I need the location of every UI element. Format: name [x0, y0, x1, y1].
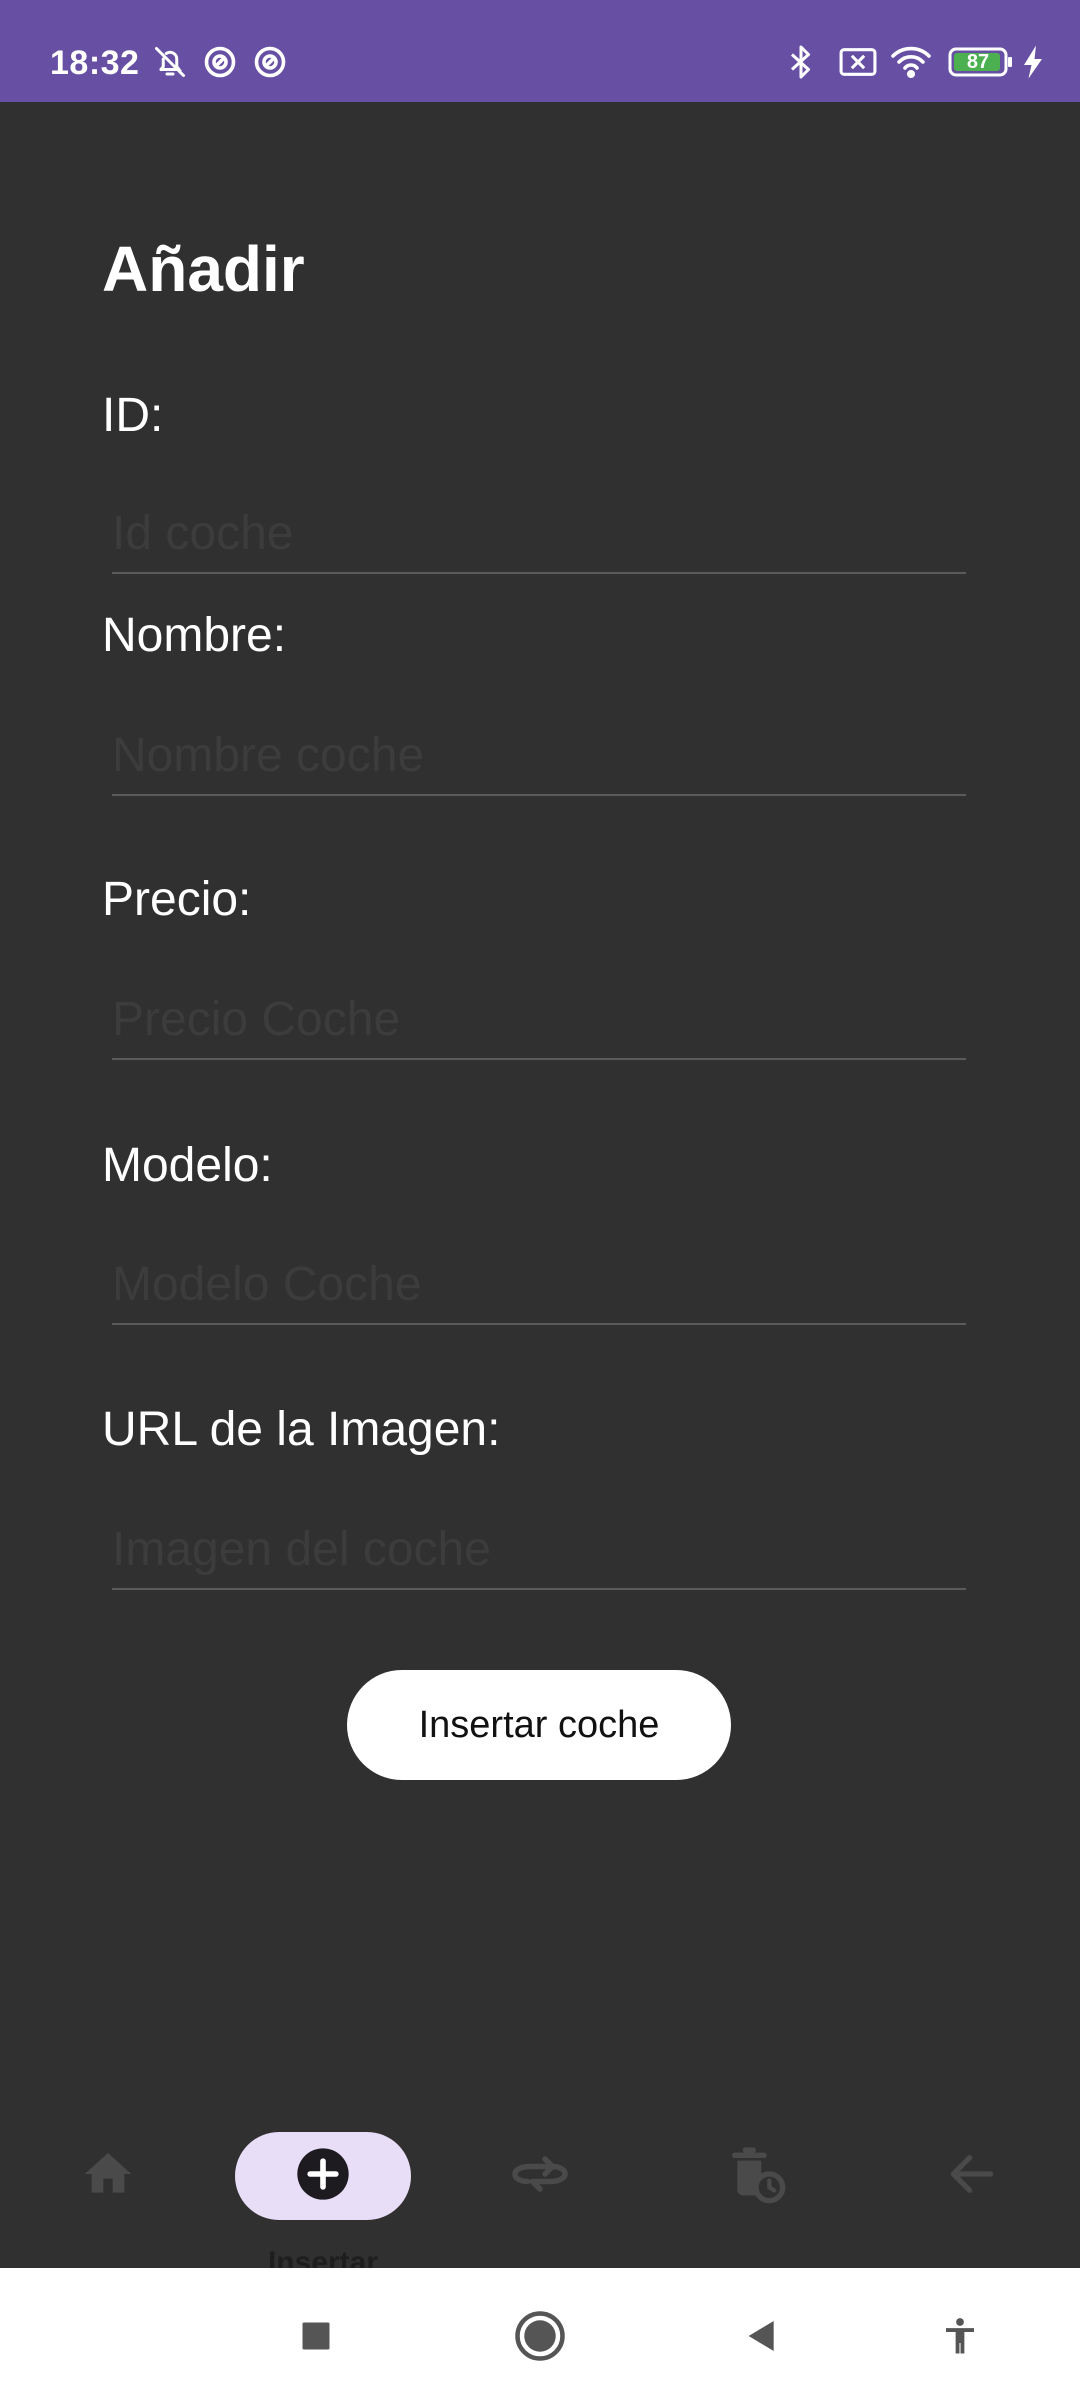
- image-url-label: URL de la Imagen:: [102, 1403, 501, 1456]
- home-circle-icon[interactable]: [510, 2306, 570, 2366]
- back-triangle-icon[interactable]: [732, 2306, 792, 2366]
- recents-icon[interactable]: [286, 2306, 346, 2366]
- swap-icon: [510, 2144, 570, 2209]
- sync-icon: [202, 44, 238, 85]
- name-label: Nombre:: [102, 609, 287, 662]
- price-input[interactable]: [112, 980, 966, 1060]
- bottom-navigation: Insertar: [0, 2002, 1080, 2279]
- page-title: Añadir: [102, 233, 305, 305]
- id-label: ID:: [102, 389, 164, 442]
- price-label: Precio:: [102, 873, 252, 926]
- insert-car-button[interactable]: Insertar coche: [347, 1670, 731, 1780]
- no-sim-icon: [838, 44, 878, 85]
- wifi-icon: [890, 44, 932, 85]
- model-label: Modelo:: [102, 1139, 273, 1192]
- add-circle-icon: [295, 2146, 351, 2207]
- arrow-back-icon: [944, 2146, 1000, 2207]
- status-time: 18:32: [50, 44, 140, 82]
- bell-off-icon: [152, 44, 188, 85]
- image-url-input[interactable]: [112, 1510, 966, 1590]
- add-car-screen: Añadir ID: Nombre: Precio: Modelo: URL d…: [0, 102, 1080, 2279]
- status-bar: 18:32 87: [0, 0, 1080, 102]
- delete-clock-icon: [724, 2142, 788, 2211]
- battery-icon: 87: [948, 46, 1014, 83]
- battery-level: 87: [966, 51, 990, 73]
- name-input[interactable]: [112, 716, 966, 796]
- charging-icon: [1022, 44, 1044, 85]
- active-indicator: [235, 2132, 411, 2220]
- sync-icon: [252, 44, 288, 85]
- model-input[interactable]: [112, 1245, 966, 1325]
- id-input[interactable]: [112, 494, 966, 574]
- system-navigation-bar: [0, 2268, 1080, 2400]
- accessibility-icon[interactable]: [930, 2306, 990, 2366]
- bluetooth-icon: [786, 44, 816, 85]
- home-icon: [80, 2146, 136, 2207]
